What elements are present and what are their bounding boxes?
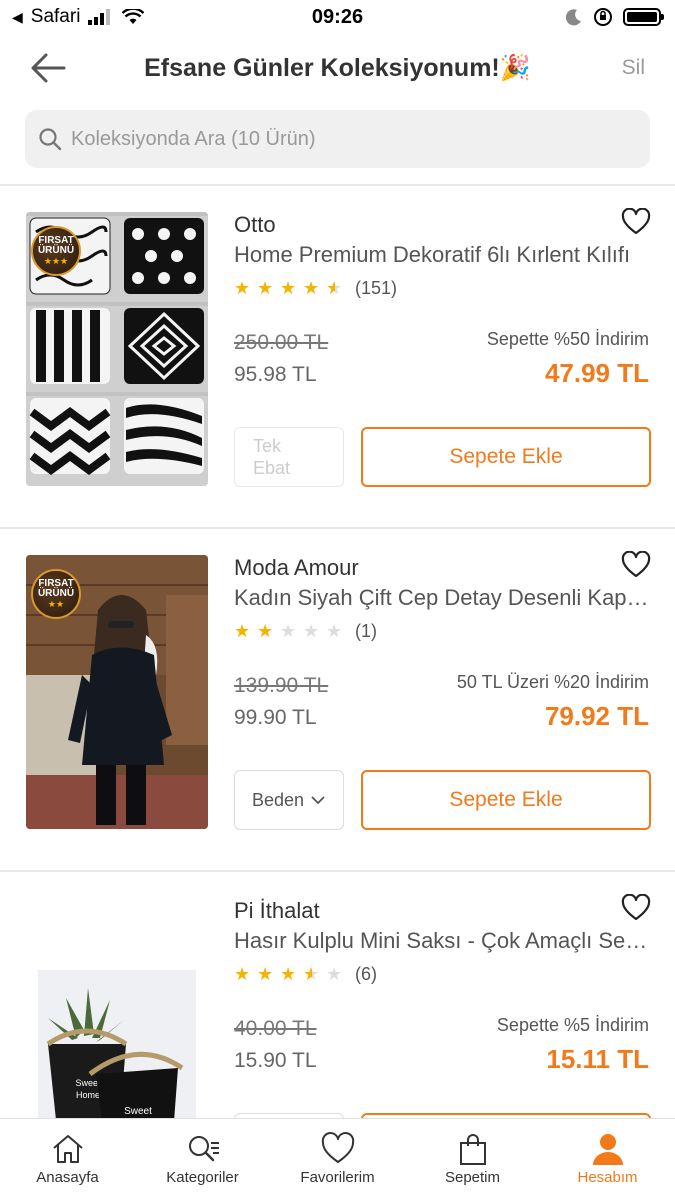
product-rating: ★ ★ ★ ★ ★ (6) bbox=[234, 964, 377, 985]
nav-account[interactable]: Hesabım bbox=[543, 1131, 673, 1186]
old-price: 40.00 TL bbox=[234, 1017, 317, 1040]
nav-label: Kategoriler bbox=[166, 1169, 239, 1186]
nav-categories[interactable]: Kategoriler bbox=[138, 1131, 268, 1186]
battery-icon bbox=[623, 8, 664, 26]
nav-favorites[interactable]: Favorilerim bbox=[273, 1131, 403, 1186]
product-image-cushions[interactable]: FIRSAT ÜRÜNÜ ★★★ bbox=[26, 212, 208, 486]
product-name[interactable]: Home Premium Dekoratif 6lı Kırlent Kılıf… bbox=[234, 242, 654, 268]
star-full-icon: ★ bbox=[234, 964, 251, 984]
rating-count: (1) bbox=[355, 621, 377, 641]
status-left: ◀ Safari bbox=[12, 6, 145, 28]
star-full-icon: ★ bbox=[257, 621, 274, 641]
add-to-cart-button[interactable]: Sepete Ekle bbox=[361, 770, 651, 830]
promo-text: Sepette %50 İndirim bbox=[486, 329, 649, 349]
svg-text:Home: Home bbox=[76, 1090, 100, 1100]
variant-label: Beden bbox=[251, 789, 305, 810]
product-image-raincoat[interactable]: FIRSAT ÜRÜNÜ ★★ bbox=[26, 555, 208, 829]
search-icon bbox=[39, 128, 62, 151]
signal-icon bbox=[88, 9, 111, 25]
chevron-down-icon bbox=[311, 796, 325, 805]
nav-label: Hesabım bbox=[577, 1169, 638, 1186]
old-price: 139.90 TL bbox=[234, 674, 329, 697]
product-item[interactable]: FIRSAT ÜRÜNÜ ★★★ Otto Home Premium Dekor… bbox=[0, 186, 675, 529]
price: 95.98 TL bbox=[234, 363, 317, 386]
product-image-pots[interactable]: Sweet Home Sweet Home bbox=[26, 898, 208, 1118]
delete-button[interactable]: Sil bbox=[622, 56, 645, 80]
categories-icon bbox=[188, 1136, 219, 1162]
price: 99.90 TL bbox=[234, 706, 317, 729]
back-to-app-icon[interactable]: ◀ bbox=[12, 9, 23, 26]
status-bar: ◀ Safari 09:26 bbox=[0, 0, 675, 34]
opportunity-badge: FIRSAT ÜRÜNÜ ★★ bbox=[31, 569, 81, 619]
page-title: Efsane Günler Koleksiyonum!🎉 bbox=[144, 53, 531, 82]
badge-line2: ÜRÜNÜ bbox=[37, 588, 75, 599]
badge-line2: ÜRÜNÜ bbox=[37, 245, 75, 256]
star-empty-icon: ★ bbox=[326, 964, 343, 984]
product-rating: ★ ★ ★ ★ ★ (151) bbox=[234, 278, 397, 299]
product-name[interactable]: Kadın Siyah Çift Cep Detay Desenli Kapüş… bbox=[234, 585, 654, 611]
star-half-icon: ★ bbox=[303, 964, 320, 984]
nav-label: Anasayfa bbox=[36, 1169, 99, 1186]
rating-count: (6) bbox=[355, 964, 377, 984]
back-arrow-icon[interactable] bbox=[28, 50, 68, 86]
nav-label: Sepetim bbox=[444, 1169, 501, 1186]
star-full-icon: ★ bbox=[280, 964, 297, 984]
star-empty-icon: ★ bbox=[280, 621, 297, 641]
search-bar[interactable] bbox=[25, 110, 650, 168]
star-full-icon: ★ bbox=[303, 278, 320, 298]
promo-text: 50 TL Üzeri %20 İndirim bbox=[456, 672, 649, 692]
nav-cart[interactable]: Sepetim bbox=[408, 1131, 538, 1186]
product-brand: Moda Amour bbox=[234, 555, 359, 580]
header: Efsane Günler Koleksiyonum!🎉 Sil bbox=[0, 34, 675, 102]
product-name[interactable]: Hasır Kulplu Mini Saksı - Çok Amaçlı Sep… bbox=[234, 928, 654, 954]
star-full-icon: ★ bbox=[257, 964, 274, 984]
rotation-lock-icon bbox=[594, 8, 612, 26]
opportunity-badge: FIRSAT ÜRÜNÜ ★★★ bbox=[31, 226, 81, 276]
promo-price: 47.99 TL bbox=[544, 358, 649, 388]
price: 15.90 TL bbox=[234, 1049, 317, 1072]
size-select-button[interactable]: Beden bbox=[234, 770, 344, 830]
star-empty-icon: ★ bbox=[303, 621, 320, 641]
moon-icon bbox=[565, 9, 581, 26]
search-input[interactable] bbox=[71, 127, 631, 151]
badge-stars: ★★ bbox=[47, 599, 65, 609]
variant-button[interactable]: Tek Ebat bbox=[234, 427, 344, 487]
product-brand: Otto bbox=[234, 212, 276, 237]
nav-label: Favorilerim bbox=[300, 1169, 375, 1186]
heart-icon[interactable] bbox=[621, 208, 651, 236]
bag-icon bbox=[459, 1134, 486, 1165]
heart-icon bbox=[321, 1132, 354, 1163]
nav-home[interactable]: Anasayfa bbox=[3, 1131, 133, 1186]
rating-count: (151) bbox=[355, 278, 398, 298]
star-half-icon: ★ bbox=[326, 278, 343, 298]
wifi-icon bbox=[122, 9, 145, 24]
star-full-icon: ★ bbox=[234, 621, 251, 641]
bottom-navigation: Anasayfa Kategoriler Favorilerim Sepetim… bbox=[0, 1118, 675, 1200]
promo-text: Sepette %5 İndirim bbox=[496, 1015, 649, 1035]
plant-pot-image: Sweet Home Sweet Home bbox=[38, 970, 196, 1118]
carrier-label: Safari bbox=[30, 6, 81, 27]
badge-stars: ★★★ bbox=[43, 256, 69, 266]
star-empty-icon: ★ bbox=[326, 621, 343, 641]
svg-text:Sweet: Sweet bbox=[124, 1106, 152, 1117]
promo-price: 79.92 TL bbox=[544, 701, 649, 731]
product-item[interactable]: FIRSAT ÜRÜNÜ ★★ Moda Amour Kadın Siyah Ç… bbox=[0, 529, 675, 872]
user-icon bbox=[592, 1134, 623, 1165]
home-icon bbox=[52, 1135, 83, 1163]
heart-icon[interactable] bbox=[621, 894, 651, 922]
product-rating: ★ ★ ★ ★ ★ (1) bbox=[234, 621, 377, 642]
star-full-icon: ★ bbox=[257, 278, 274, 298]
heart-icon[interactable] bbox=[621, 551, 651, 579]
product-item[interactable]: Sweet Home Sweet Home Pi İthalat Hasır K… bbox=[0, 872, 675, 1118]
star-full-icon: ★ bbox=[280, 278, 297, 298]
old-price: 250.00 TL bbox=[234, 331, 329, 354]
product-list[interactable]: FIRSAT ÜRÜNÜ ★★★ Otto Home Premium Dekor… bbox=[0, 186, 675, 1118]
product-brand: Pi İthalat bbox=[234, 898, 320, 923]
status-right bbox=[565, 7, 664, 27]
variant-label: Tek Ebat bbox=[253, 436, 291, 478]
add-to-cart-button[interactable]: Sepete Ekle bbox=[361, 427, 651, 487]
promo-price: 15.11 TL bbox=[546, 1044, 649, 1074]
star-full-icon: ★ bbox=[234, 278, 251, 298]
